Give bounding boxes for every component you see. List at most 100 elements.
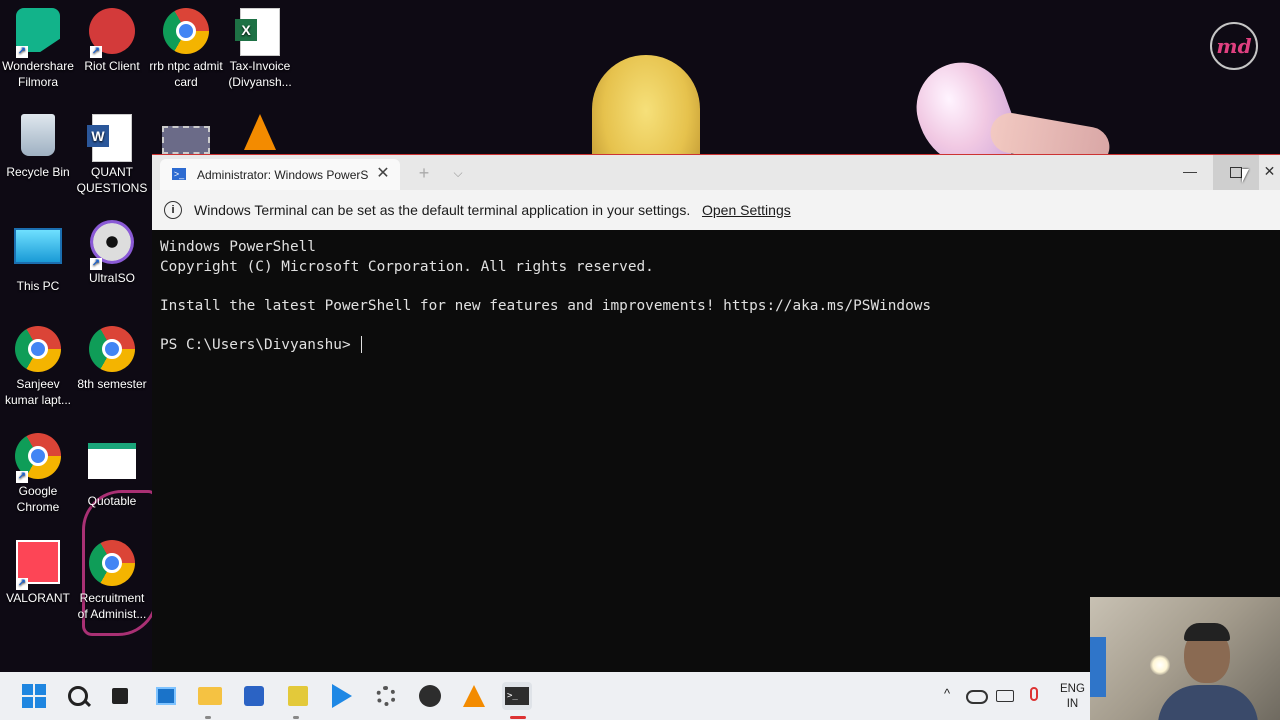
maximize-button[interactable] [1213, 155, 1259, 190]
chrome-icon [14, 326, 62, 374]
desktop-icon-google-chrome[interactable]: ↗ Google Chrome [0, 433, 76, 515]
task-view-button[interactable] [106, 682, 134, 710]
vlc-icon [463, 685, 485, 707]
chevron-down-icon[interactable]: ⌵ [448, 163, 468, 183]
terminal-icon: >_ [505, 687, 529, 705]
start-button[interactable] [20, 682, 48, 710]
microsoft-store-button[interactable] [240, 682, 268, 710]
desktop-icon-8th-semester[interactable]: 8th semester [74, 326, 150, 392]
chrome-icon: ↗ [14, 433, 62, 483]
filmora-icon: ↗ [14, 8, 62, 58]
region-code: IN [1066, 698, 1079, 710]
powerpoint-icon [88, 443, 136, 491]
widgets-button[interactable] [152, 682, 180, 710]
chrome-icon [162, 8, 210, 56]
new-tab-button[interactable]: + [414, 163, 434, 183]
desktop-icon-label: QUANT QUESTIONS [76, 165, 148, 195]
info-icon: i [164, 201, 182, 219]
title-bar[interactable]: >_ Administrator: Windows PowerS ✕ + ⌵ —… [152, 155, 1280, 190]
info-message: Windows Terminal can be set as the defau… [194, 202, 691, 218]
open-settings-link[interactable]: Open Settings [702, 202, 791, 218]
terminal-button[interactable]: >_ [502, 682, 532, 710]
desktop-icon-quotable[interactable]: Quotable [74, 433, 150, 509]
desktop-icon-this-pc[interactable]: This PC [0, 220, 76, 294]
channel-logo: md [1210, 22, 1258, 70]
word-icon: W [87, 114, 136, 162]
running-indicator [293, 716, 299, 719]
language-code: ENG [1060, 683, 1085, 695]
tray-overflow-icon[interactable]: ^ [944, 686, 950, 701]
desktop-icon-label: Riot Client [84, 59, 140, 73]
settings-button[interactable] [372, 682, 400, 710]
mouse-cursor-icon [1242, 169, 1249, 183]
tab-powershell[interactable]: >_ Administrator: Windows PowerS ✕ [160, 159, 400, 190]
taskbar: >_ ^ ENG IN [0, 672, 1280, 720]
language-indicator[interactable]: ENG IN [1060, 682, 1085, 712]
vscode-button[interactable] [328, 682, 356, 710]
desktop-icon-recruitment[interactable]: Recruitment of Administ... [74, 540, 150, 622]
search-button[interactable] [64, 682, 92, 710]
desktop-icon-ultraiso[interactable]: ↗ UltraISO [74, 220, 150, 286]
prompt: PS C:\Users\Divyanshu> [160, 336, 360, 353]
desktop-icon-tax-invoice[interactable]: X Tax-Invoice (Divyansh... [222, 8, 298, 90]
desktop-icon-valorant[interactable]: ↗ VALORANT [0, 540, 76, 606]
vscode-icon [332, 684, 352, 708]
active-indicator [510, 716, 526, 719]
webcam-overlay [1090, 597, 1280, 720]
desktop-icon-label: Tax-Invoice (Divyansh... [228, 59, 292, 89]
windows-logo-icon [22, 684, 46, 708]
powershell-icon: >_ [172, 168, 186, 180]
desktop-icon-label: Quotable [87, 494, 137, 508]
recycle-bin-icon [14, 114, 62, 162]
desktop-icon-riot-client[interactable]: ↗ Riot Client [74, 8, 150, 74]
file-explorer-button[interactable] [196, 682, 224, 710]
desktop-icon-label: Google Chrome [16, 484, 60, 514]
desktop-icon-recycle-bin[interactable]: Recycle Bin [0, 114, 76, 180]
gear-icon [376, 686, 396, 706]
riot-client-icon: ↗ [88, 8, 136, 58]
onedrive-icon[interactable] [966, 690, 988, 704]
desktop-icon-label: rrb ntpc admit card [149, 59, 223, 89]
console-line: Windows PowerShell [160, 239, 316, 255]
tab-title: Administrator: Windows PowerS [197, 168, 369, 182]
microphone-icon[interactable] [1030, 687, 1038, 701]
info-bar: i Windows Terminal can be set as the def… [152, 190, 1280, 230]
folder-icon [198, 687, 222, 705]
console-line: Install the latest PowerShell for new fe… [160, 297, 932, 314]
terminal-window[interactable]: >_ Administrator: Windows PowerS ✕ + ⌵ —… [152, 154, 1280, 673]
text-caret [361, 336, 363, 353]
chrome-icon [88, 540, 136, 588]
desktop-icon-filmora[interactable]: ↗ Wondershare Filmora [0, 8, 76, 90]
keyboard-icon[interactable] [996, 690, 1014, 702]
tab-close-icon[interactable]: ✕ [374, 165, 392, 183]
desktop-icon-label: Recycle Bin [6, 165, 70, 179]
desktop-icon-label: 8th semester [77, 377, 147, 391]
sticky-notes-button[interactable] [284, 682, 312, 710]
store-icon [244, 686, 264, 706]
vlc-button[interactable] [460, 682, 488, 710]
running-indicator [205, 716, 211, 719]
widgets-icon [156, 687, 176, 705]
obs-icon [419, 685, 441, 707]
desktop-icon-label: Wondershare Filmora [2, 59, 74, 89]
desktop-icon-rrb-ntpc[interactable]: rrb ntpc admit card [148, 8, 224, 90]
task-view-icon [112, 688, 128, 704]
maximize-icon [1230, 166, 1242, 178]
desktop-icon-quant-questions[interactable]: W QUANT QUESTIONS [74, 114, 150, 196]
desktop-icon-label: Recruitment of Administ... [77, 591, 147, 621]
minimize-button[interactable]: — [1167, 155, 1213, 190]
valorant-icon: ↗ [14, 540, 62, 590]
close-button[interactable]: ✕ [1259, 155, 1280, 190]
desktop-icon-label: UltraISO [88, 271, 135, 285]
prompt-line[interactable]: PS C:\Users\Divyanshu> [160, 336, 1260, 356]
desktop-icon-sanjeev[interactable]: Sanjeev kumar lapt... [0, 326, 76, 408]
console-line: Copyright (C) Microsoft Corporation. All… [160, 258, 654, 275]
desktop-icon-label: VALORANT [6, 591, 70, 605]
obs-button[interactable] [416, 682, 444, 710]
console-output[interactable]: Windows PowerShell Copyright (C) Microso… [160, 238, 1260, 355]
desktop-icon-label: Sanjeev kumar lapt... [4, 377, 72, 407]
chrome-icon [88, 326, 136, 374]
this-pc-icon [14, 228, 62, 276]
